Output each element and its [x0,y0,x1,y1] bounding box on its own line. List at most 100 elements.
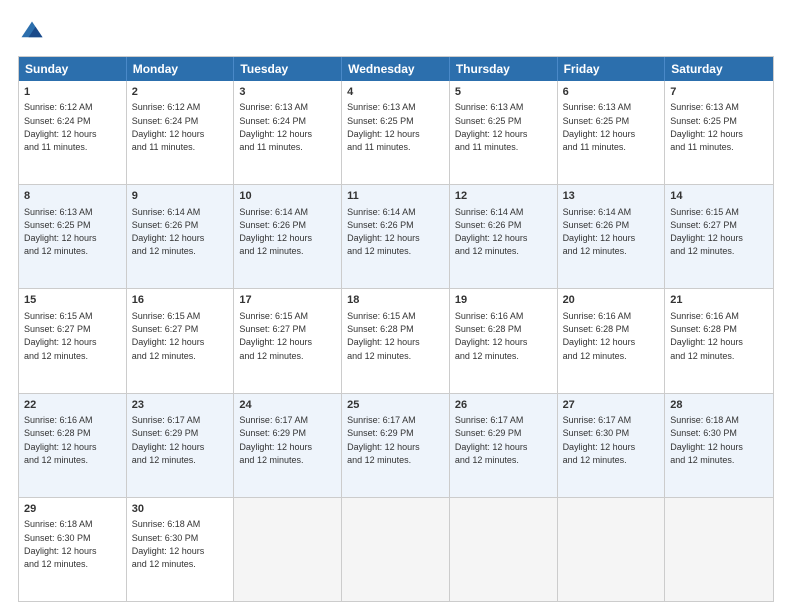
day-info: Sunrise: 6:13 AM Sunset: 6:25 PM Dayligh… [670,102,743,152]
day-info: Sunrise: 6:13 AM Sunset: 6:25 PM Dayligh… [563,102,636,152]
cal-cell-day-13: 13Sunrise: 6:14 AM Sunset: 6:26 PM Dayli… [558,185,666,288]
cal-cell-day-28: 28 Sunrise: 6:18 AM Sunset: 6:30 PM Dayli… [665,394,773,497]
day-info: Sunrise: 6:13 AM Sunset: 6:25 PM Dayligh… [347,102,420,152]
day-number: 25 [347,398,444,413]
day-number: 29 [24,502,121,517]
cal-cell-day-17: 17 Sunrise: 6:15 AM Sunset: 6:27 PM Dayli… [234,289,342,392]
day-number: 21 [670,293,768,308]
day-info: Sunrise: 6:17 AM Sunset: 6:29 PM Dayligh… [132,415,205,465]
day-info: Sunrise: 6:17 AM Sunset: 6:29 PM Dayligh… [347,415,420,465]
cal-cell-day-10: 10 Sunrise: 6:14 AM Sunset: 6:26 PM Dayli… [234,185,342,288]
day-info: Sunrise: 6:14 AM Sunset: 6:26 PM Dayligh… [239,207,312,257]
cal-header-thursday: Thursday [450,57,558,81]
day-info: Sunrise: 6:15 AM Sunset: 6:28 PM Dayligh… [347,311,420,361]
day-info: Sunrise: 6:17 AM Sunset: 6:29 PM Dayligh… [239,415,312,465]
header [18,18,774,46]
cal-cell-day-14: 14 Sunrise: 6:15 AM Sunset: 6:27 PM Dayli… [665,185,773,288]
logo [18,18,50,46]
cal-header-friday: Friday [558,57,666,81]
calendar-header: SundayMondayTuesdayWednesdayThursdayFrid… [19,57,773,81]
day-info: Sunrise: 6:12 AM Sunset: 6:24 PM Dayligh… [132,102,205,152]
cal-cell-day-2: 2Sunrise: 6:12 AM Sunset: 6:24 PM Daylig… [127,81,235,184]
day-info: Sunrise: 6:16 AM Sunset: 6:28 PM Dayligh… [455,311,528,361]
day-info: Sunrise: 6:16 AM Sunset: 6:28 PM Dayligh… [24,415,97,465]
cal-cell-day-25: 25 Sunrise: 6:17 AM Sunset: 6:29 PM Dayli… [342,394,450,497]
calendar-row-2: 8Sunrise: 6:13 AM Sunset: 6:25 PM Daylig… [19,185,773,289]
calendar-row-3: 15 Sunrise: 6:15 AM Sunset: 6:27 PM Dayli… [19,289,773,393]
day-info: Sunrise: 6:13 AM Sunset: 6:25 PM Dayligh… [24,207,97,257]
day-info: Sunrise: 6:15 AM Sunset: 6:27 PM Dayligh… [239,311,312,361]
day-info: Sunrise: 6:14 AM Sunset: 6:26 PM Dayligh… [563,207,636,257]
day-info: Sunrise: 6:12 AM Sunset: 6:24 PM Dayligh… [24,102,97,152]
day-info: Sunrise: 6:16 AM Sunset: 6:28 PM Dayligh… [670,311,743,361]
day-info: Sunrise: 6:16 AM Sunset: 6:28 PM Dayligh… [563,311,636,361]
day-info: Sunrise: 6:14 AM Sunset: 6:26 PM Dayligh… [455,207,528,257]
calendar-row-1: 1 Sunrise: 6:12 AM Sunset: 6:24 PM Daylig… [19,81,773,185]
day-info: Sunrise: 6:17 AM Sunset: 6:29 PM Dayligh… [455,415,528,465]
cal-cell-day-12: 12 Sunrise: 6:14 AM Sunset: 6:26 PM Dayli… [450,185,558,288]
cal-cell-empty [665,498,773,601]
day-number: 7 [670,85,768,100]
cal-cell-day-6: 6Sunrise: 6:13 AM Sunset: 6:25 PM Daylig… [558,81,666,184]
day-info: Sunrise: 6:15 AM Sunset: 6:27 PM Dayligh… [24,311,97,361]
cal-cell-day-23: 23 Sunrise: 6:17 AM Sunset: 6:29 PM Dayli… [127,394,235,497]
cal-cell-day-22: 22 Sunrise: 6:16 AM Sunset: 6:28 PM Dayli… [19,394,127,497]
cal-cell-empty [342,498,450,601]
cal-header-tuesday: Tuesday [234,57,342,81]
day-number: 10 [239,189,336,204]
cal-cell-day-11: 11Sunrise: 6:14 AM Sunset: 6:26 PM Dayli… [342,185,450,288]
cal-cell-empty [450,498,558,601]
cal-header-wednesday: Wednesday [342,57,450,81]
day-number: 11 [347,189,444,204]
day-number: 22 [24,398,121,413]
cal-cell-day-3: 3 Sunrise: 6:13 AM Sunset: 6:24 PM Daylig… [234,81,342,184]
day-number: 16 [132,293,229,308]
day-info: Sunrise: 6:13 AM Sunset: 6:24 PM Dayligh… [239,102,312,152]
cal-cell-day-9: 9 Sunrise: 6:14 AM Sunset: 6:26 PM Daylig… [127,185,235,288]
cal-cell-day-5: 5 Sunrise: 6:13 AM Sunset: 6:25 PM Daylig… [450,81,558,184]
day-number: 28 [670,398,768,413]
day-number: 12 [455,189,552,204]
cal-cell-day-1: 1 Sunrise: 6:12 AM Sunset: 6:24 PM Daylig… [19,81,127,184]
day-info: Sunrise: 6:18 AM Sunset: 6:30 PM Dayligh… [670,415,743,465]
cal-header-sunday: Sunday [19,57,127,81]
cal-cell-day-16: 16 Sunrise: 6:15 AM Sunset: 6:27 PM Dayli… [127,289,235,392]
day-number: 26 [455,398,552,413]
day-info: Sunrise: 6:13 AM Sunset: 6:25 PM Dayligh… [455,102,528,152]
day-number: 18 [347,293,444,308]
day-number: 14 [670,189,768,204]
day-number: 15 [24,293,121,308]
day-info: Sunrise: 6:14 AM Sunset: 6:26 PM Dayligh… [132,207,205,257]
cal-cell-day-24: 24 Sunrise: 6:17 AM Sunset: 6:29 PM Dayli… [234,394,342,497]
cal-cell-day-26: 26 Sunrise: 6:17 AM Sunset: 6:29 PM Dayli… [450,394,558,497]
day-info: Sunrise: 6:15 AM Sunset: 6:27 PM Dayligh… [670,207,743,257]
day-number: 20 [563,293,660,308]
cal-cell-day-19: 19 Sunrise: 6:16 AM Sunset: 6:28 PM Dayli… [450,289,558,392]
cal-cell-day-21: 21 Sunrise: 6:16 AM Sunset: 6:28 PM Dayli… [665,289,773,392]
calendar-body: 1 Sunrise: 6:12 AM Sunset: 6:24 PM Daylig… [19,81,773,601]
day-info: Sunrise: 6:15 AM Sunset: 6:27 PM Dayligh… [132,311,205,361]
day-number: 17 [239,293,336,308]
page: SundayMondayTuesdayWednesdayThursdayFrid… [0,0,792,612]
cal-cell-day-27: 27Sunrise: 6:17 AM Sunset: 6:30 PM Dayli… [558,394,666,497]
cal-header-saturday: Saturday [665,57,773,81]
day-number: 5 [455,85,552,100]
day-number: 1 [24,85,121,100]
cal-cell-day-4: 4 Sunrise: 6:13 AM Sunset: 6:25 PM Daylig… [342,81,450,184]
calendar-row-5: 29Sunrise: 6:18 AM Sunset: 6:30 PM Dayli… [19,498,773,601]
day-number: 3 [239,85,336,100]
cal-cell-day-7: 7 Sunrise: 6:13 AM Sunset: 6:25 PM Daylig… [665,81,773,184]
cal-cell-day-29: 29Sunrise: 6:18 AM Sunset: 6:30 PM Dayli… [19,498,127,601]
day-number: 4 [347,85,444,100]
cal-header-monday: Monday [127,57,235,81]
cal-cell-day-8: 8Sunrise: 6:13 AM Sunset: 6:25 PM Daylig… [19,185,127,288]
day-number: 19 [455,293,552,308]
day-number: 23 [132,398,229,413]
cal-cell-day-30: 30Sunrise: 6:18 AM Sunset: 6:30 PM Dayli… [127,498,235,601]
day-number: 24 [239,398,336,413]
day-info: Sunrise: 6:17 AM Sunset: 6:30 PM Dayligh… [563,415,636,465]
day-number: 9 [132,189,229,204]
cal-cell-empty [234,498,342,601]
cal-cell-day-18: 18 Sunrise: 6:15 AM Sunset: 6:28 PM Dayli… [342,289,450,392]
day-number: 30 [132,502,229,517]
